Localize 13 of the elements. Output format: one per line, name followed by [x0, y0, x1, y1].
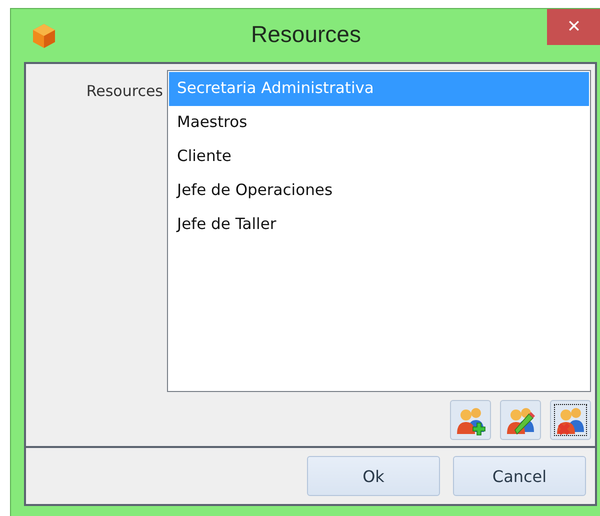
edit-resource-button[interactable] [500, 400, 541, 440]
cube-logo-icon [30, 22, 58, 50]
list-item[interactable]: Jefe de Taller [169, 208, 589, 242]
list-item[interactable]: Cliente [169, 140, 589, 174]
window-title: Resources [251, 21, 361, 47]
add-resource-button[interactable] [450, 400, 491, 440]
delete-resource-button[interactable] [550, 400, 591, 440]
ok-button[interactable]: Ok [307, 456, 440, 496]
list-item[interactable]: Maestros [169, 106, 589, 140]
cancel-button[interactable]: Cancel [453, 456, 586, 496]
field-label: Resources [85, 81, 163, 102]
close-button[interactable]: ✕ [547, 9, 600, 45]
list-item[interactable]: Jefe de Operaciones [169, 174, 589, 208]
